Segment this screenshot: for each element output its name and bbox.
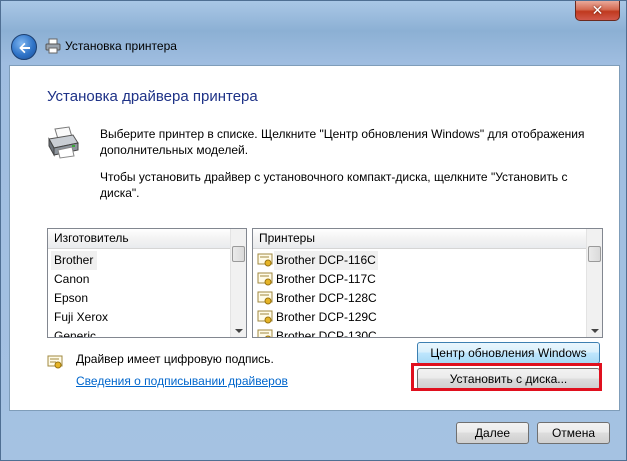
window-frame: ✕ Установка принтера Установка драйвера … (0, 0, 627, 461)
certificate-icon (257, 291, 273, 305)
certificate-icon (257, 253, 273, 267)
certificate-icon (47, 355, 63, 369)
list-item[interactable]: Brother DCP-128C (257, 289, 577, 308)
highlight-annotation (411, 363, 602, 391)
list-item[interactable]: Epson (51, 289, 88, 308)
list-item[interactable]: Generic (51, 327, 96, 337)
certificate-icon (257, 272, 273, 286)
close-button[interactable]: ✕ (575, 1, 620, 21)
list-item[interactable]: Brother (51, 251, 98, 270)
instruction-text: Выберите принтер в списке. Щелкните "Цен… (100, 127, 585, 157)
signature-status: Драйвер имеет цифровую подпись. (76, 352, 274, 366)
back-arrow-icon (19, 42, 30, 54)
close-icon: ✕ (591, 2, 604, 18)
back-button[interactable] (11, 34, 37, 60)
scroll-down-icon[interactable] (235, 329, 243, 333)
printer-name: Brother DCP-128C (276, 291, 377, 305)
printer-icon (45, 38, 61, 54)
printer-name: Brother DCP-129C (276, 310, 377, 324)
windows-update-button[interactable]: Центр обновления Windows (417, 342, 600, 364)
printer-name: Brother DCP-130C (276, 329, 377, 338)
manufacturer-list[interactable]: Изготовитель Brother Canon Epson Fuji Xe… (47, 228, 247, 338)
scroll-thumb[interactable] (232, 246, 245, 262)
printer-column-header[interactable]: Принтеры (253, 229, 602, 249)
disk-instruction-text: Чтобы установить драйвер с установочного… (100, 170, 568, 200)
scroll-thumb[interactable] (588, 246, 601, 262)
list-item[interactable]: Fuji Xerox (51, 308, 108, 327)
list-item[interactable]: Brother DCP-116C (257, 251, 577, 270)
printer-name: Brother DCP-116C (274, 251, 378, 270)
list-item[interactable]: Brother DCP-129C (257, 308, 577, 327)
list-item[interactable]: Brother DCP-130C (257, 327, 577, 338)
page-title: Установка драйвера принтера (47, 88, 258, 105)
scroll-down-icon[interactable] (591, 329, 599, 333)
printer-name: Brother DCP-117C (276, 272, 376, 286)
certificate-icon (257, 329, 273, 337)
cancel-button[interactable]: Отмена (537, 422, 610, 444)
next-button[interactable]: Далее (456, 422, 529, 444)
printer-icon (48, 126, 79, 159)
manufacturer-column-header[interactable]: Изготовитель (48, 229, 246, 249)
driver-signing-link[interactable]: Сведения о подписывании драйверов (76, 374, 288, 388)
printer-list[interactable]: Принтеры Brother DCP-116C Brother DCP-11… (252, 228, 603, 338)
list-item[interactable]: Canon (51, 270, 89, 289)
manufacturer-scrollbar[interactable] (230, 229, 246, 337)
dialog-content: Установка драйвера принтера Выберите при… (9, 65, 620, 411)
certificate-icon (257, 310, 273, 324)
printer-scrollbar[interactable] (586, 229, 602, 337)
list-item[interactable]: Brother DCP-117C (257, 270, 577, 289)
window-title: Установка принтера (65, 39, 177, 53)
